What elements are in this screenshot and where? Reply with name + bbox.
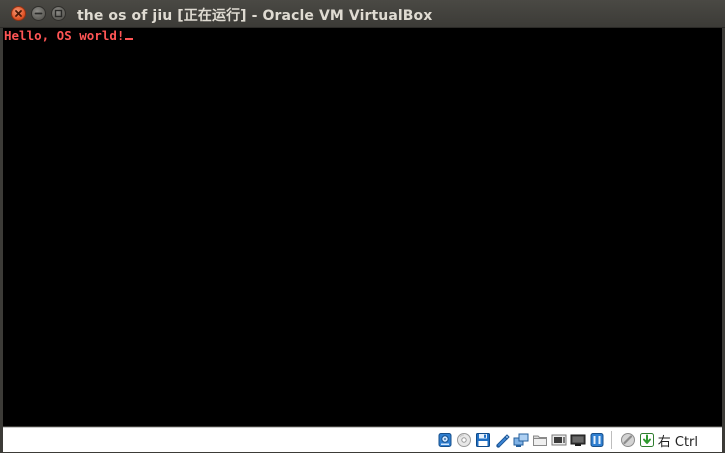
shared-folders-icon[interactable] (513, 432, 529, 448)
maximize-icon (54, 9, 63, 18)
video-capture-icon[interactable] (551, 432, 567, 448)
usb-icon[interactable] (494, 432, 510, 448)
text-cursor (125, 38, 134, 40)
minimize-icon (34, 12, 43, 15)
hard-disk-icon[interactable] (437, 432, 453, 448)
optical-drive-icon[interactable] (456, 432, 472, 448)
window-title: the os of jiu [正在运行] - Oracle VM Virtual… (77, 8, 433, 24)
mouse-integration-icon[interactable] (620, 432, 636, 448)
console-output: Hello, OS world! (4, 28, 134, 44)
close-icon (15, 10, 22, 17)
console-line: Hello, OS world! (4, 28, 125, 43)
maximize-button[interactable] (51, 6, 66, 21)
network-icon[interactable] (570, 432, 586, 448)
guest-screen[interactable]: Hello, OS world! (3, 28, 722, 426)
display-icon[interactable] (532, 432, 548, 448)
host-key-label[interactable]: 右 Ctrl (658, 431, 698, 450)
virtualbox-window: the os of jiu [正在运行] - Oracle VM Virtual… (0, 0, 725, 453)
cpu-icon[interactable] (589, 432, 605, 448)
keyboard-capture-icon[interactable] (639, 432, 655, 448)
title-bar[interactable]: the os of jiu [正在运行] - Oracle VM Virtual… (0, 0, 725, 28)
close-button[interactable] (11, 6, 26, 21)
status-separator (610, 431, 612, 449)
status-bar: 右 Ctrl (3, 427, 722, 452)
minimize-button[interactable] (31, 6, 46, 21)
floppy-icon[interactable] (475, 432, 491, 448)
